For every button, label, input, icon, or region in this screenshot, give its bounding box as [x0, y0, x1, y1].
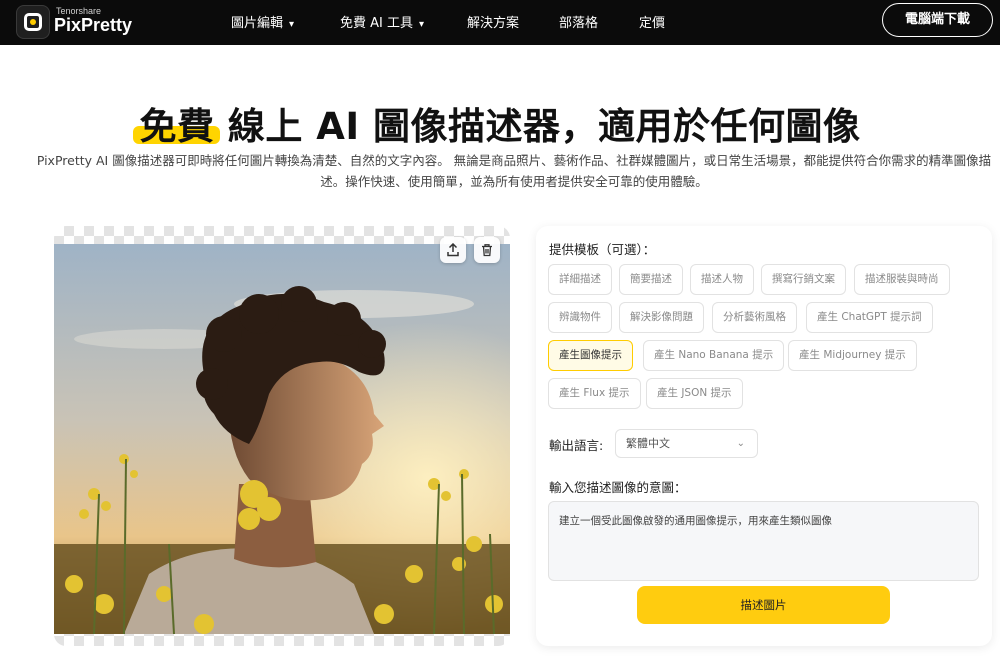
menu-image-edit[interactable]: 圖片編輯 ▾	[231, 12, 294, 31]
template-chip[interactable]: 辨識物件	[548, 302, 612, 333]
brand-name[interactable]: PixPretty	[54, 15, 132, 36]
uploaded-photo	[54, 244, 510, 634]
template-label: 提供模板（可選）：	[549, 242, 656, 257]
menu-free-ai-tools[interactable]: 免費 AI 工具 ▾	[340, 12, 424, 31]
language-value: 繁體中文	[626, 437, 670, 450]
menu-blog[interactable]: 部落格	[559, 12, 598, 31]
language-select[interactable]: 繁體中文 ⌄	[615, 429, 758, 458]
page-description: PixPretty AI 圖像描述器可即時將任何圖片轉換為清楚、自然的文字內容。…	[36, 153, 992, 189]
template-chip[interactable]: 產生 Midjourney 提示	[788, 340, 917, 371]
template-chip[interactable]: 詳細描述	[548, 264, 612, 295]
intent-input[interactable]: 建立一個受此圖像啟發的通用圖像提示，用來產生類似圖像	[548, 501, 979, 581]
template-chip[interactable]: 產生 Nano Banana 提示	[643, 340, 785, 371]
trash-icon[interactable]	[474, 237, 500, 263]
desktop-download-button[interactable]: 電腦端下載	[882, 3, 993, 37]
title-rest: 線上 AI 圖像描述器，適用於任何圖像	[227, 105, 861, 148]
template-chip[interactable]: 描述服裝與時尚	[854, 264, 950, 295]
menu-label: 圖片編輯	[231, 16, 284, 31]
chevron-down-icon: ▾	[289, 19, 295, 30]
template-chip[interactable]: 分析藝術風格	[712, 302, 797, 333]
template-chip[interactable]: 解決影像問題	[619, 302, 704, 333]
image-preview-panel	[54, 226, 510, 646]
language-label: 輸出語言:	[549, 438, 604, 453]
chevron-down-icon: ▾	[419, 19, 425, 30]
template-chip[interactable]: 簡要描述	[619, 264, 683, 295]
top-nav: Tenorshare PixPretty 圖片編輯 ▾ 免費 AI 工具 ▾ 解決方…	[0, 0, 1000, 45]
template-chip[interactable]: 撰寫行銷文案	[761, 264, 846, 295]
intent-label: 輸入您描述圖像的意圖：	[549, 480, 687, 495]
template-chip[interactable]: 產生 ChatGPT 提示詞	[806, 302, 933, 333]
template-chip[interactable]: 描述人物	[690, 264, 754, 295]
upload-icon[interactable]	[440, 237, 466, 263]
menu-pricing[interactable]: 定價	[639, 12, 665, 31]
page-title: 免費 線上 AI 圖像描述器，適用於任何圖像	[0, 96, 1000, 150]
template-chip-selected[interactable]: 產生圖像提示	[548, 340, 633, 371]
menu-label: 免費 AI 工具	[340, 16, 413, 31]
describe-image-button[interactable]: 描述圖片	[637, 586, 890, 624]
title-highlight: 免費	[133, 96, 221, 150]
chevron-down-icon: ⌄	[736, 438, 745, 449]
brand-logo-icon[interactable]	[16, 5, 50, 39]
menu-solutions[interactable]: 解決方案	[467, 12, 519, 31]
template-chip[interactable]: 產生 Flux 提示	[548, 378, 641, 409]
template-chip[interactable]: 產生 JSON 提示	[646, 378, 743, 409]
